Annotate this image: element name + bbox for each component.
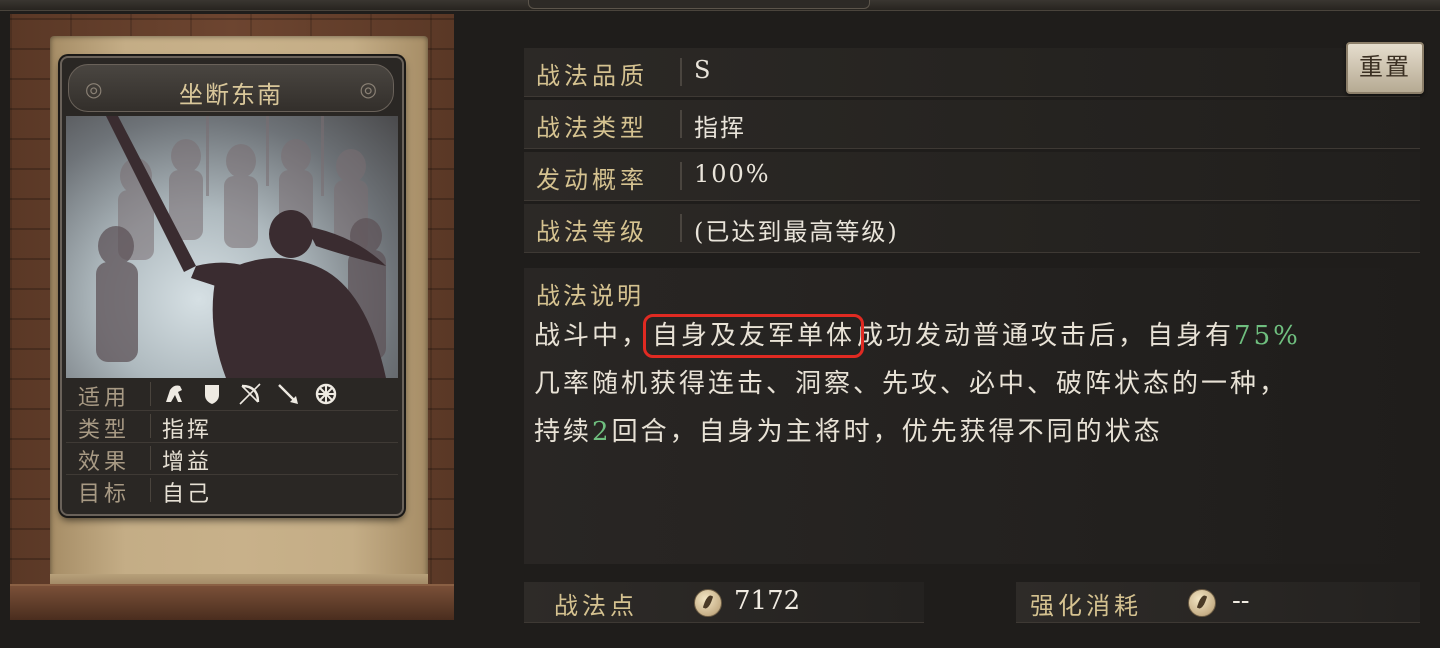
stat-label: 目标 [78, 482, 131, 507]
skill-description-panel: 战法说明 战斗中，自身及友军单体成功发动普通攻击后，自身有75% 几率随机获得连… [524, 268, 1420, 564]
stat-row-applicable: 适用 [66, 378, 398, 411]
upgrade-cost-bar: 强化消耗 -- [1016, 582, 1420, 623]
stat-label: 适用 [78, 386, 131, 411]
skill-points-bar: 战法点 7172 [524, 582, 924, 623]
detail-row-level: 战法等级 (已达到最高等级) [524, 204, 1420, 253]
stat-row-target: 目标 自己 [66, 474, 398, 507]
spear-icon [276, 382, 300, 406]
description-segment: 几率随机获得连击、洞察、先攻、必中、破阵状态的一种， [534, 369, 1289, 399]
detail-label: 战法品质 [536, 62, 648, 90]
detail-row-probability: 发动概率 100% [524, 152, 1420, 201]
upgrade-cost-value: -- [1232, 586, 1250, 616]
detail-label: 战法类型 [536, 114, 648, 142]
detail-value: 100% [694, 160, 771, 188]
detail-row-quality: 战法品质 S [524, 48, 1420, 97]
skill-card-title-bar: ◎ 坐断东南 ◎ [68, 64, 394, 112]
stat-row-effect: 效果 增益 [66, 442, 398, 475]
wood-base [10, 584, 454, 620]
detail-value: 指挥 [694, 114, 746, 142]
detail-row-type: 战法类型 指挥 [524, 100, 1420, 149]
detail-label: 战法等级 [536, 218, 648, 246]
stat-value: 自己 [162, 482, 213, 507]
skill-artwork [66, 116, 398, 378]
stat-label: 类型 [78, 418, 131, 443]
skill-point-coin-icon [694, 589, 722, 617]
reset-button[interactable]: 重置 [1346, 42, 1424, 94]
stat-value: 指挥 [162, 418, 213, 443]
troop-type-icons [162, 380, 338, 408]
description-segment: 回合，自身为主将时，优先获得不同的状态 [611, 417, 1163, 447]
cavalry-icon [162, 382, 186, 406]
description-text: 战斗中，自身及友军单体成功发动普通攻击后，自身有75% 几率随机获得连击、洞察、… [534, 312, 1414, 456]
skill-card: ◎ 坐断东南 ◎ 适用 类型 指挥 效果 增益 目标 自己 [60, 56, 404, 516]
description-segment: 战斗中， [534, 321, 651, 351]
swirl-ornament-right-icon: ◎ [359, 77, 377, 101]
description-title: 战法说明 [536, 282, 644, 310]
upgrade-coin-icon [1188, 589, 1216, 617]
top-bar [0, 0, 1440, 11]
stat-value: 增益 [162, 450, 213, 475]
description-turns: 2 [592, 417, 612, 447]
detail-value: (已达到最高等级) [694, 218, 899, 246]
detail-value: S [694, 56, 713, 84]
wheel-icon [314, 382, 338, 406]
top-tab-frame [528, 0, 870, 9]
skill-card-stats: 适用 类型 指挥 效果 增益 目标 自己 [66, 378, 398, 508]
stat-label: 效果 [78, 450, 131, 475]
warrior-silhouette-image [96, 116, 386, 378]
description-segment: 成功发动普通攻击后，自身有 [857, 321, 1235, 351]
detail-label: 发动概率 [536, 166, 648, 194]
description-highlight: 自身及友军单体 [643, 314, 865, 358]
description-segment: 持续 [534, 417, 593, 447]
stat-row-type: 类型 指挥 [66, 410, 398, 443]
skill-points-label: 战法点 [554, 592, 638, 620]
shield-icon [200, 382, 224, 406]
description-percent: 75% [1234, 321, 1301, 351]
skill-points-value: 7172 [734, 586, 801, 616]
skill-name: 坐断东南 [179, 81, 283, 109]
bow-icon [238, 382, 262, 406]
upgrade-cost-label: 强化消耗 [1030, 592, 1142, 620]
